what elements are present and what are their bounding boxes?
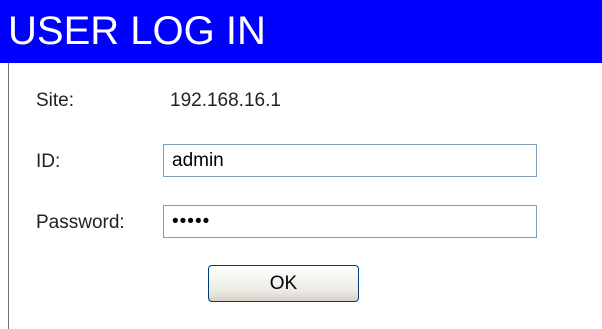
password-input[interactable]: [163, 205, 537, 238]
ok-button[interactable]: OK: [208, 265, 359, 302]
id-label: ID:: [36, 151, 61, 172]
login-panel: USER LOG IN Site: 192.168.16.1 ID: Passw…: [0, 0, 602, 329]
page-title: USER LOG IN: [8, 9, 266, 53]
password-label: Password:: [36, 212, 125, 233]
site-value: 192.168.16.1: [170, 90, 281, 111]
site-label: Site:: [36, 90, 75, 111]
id-input[interactable]: [163, 144, 537, 177]
title-bar: USER LOG IN: [0, 0, 602, 63]
panel-border: [8, 63, 9, 329]
